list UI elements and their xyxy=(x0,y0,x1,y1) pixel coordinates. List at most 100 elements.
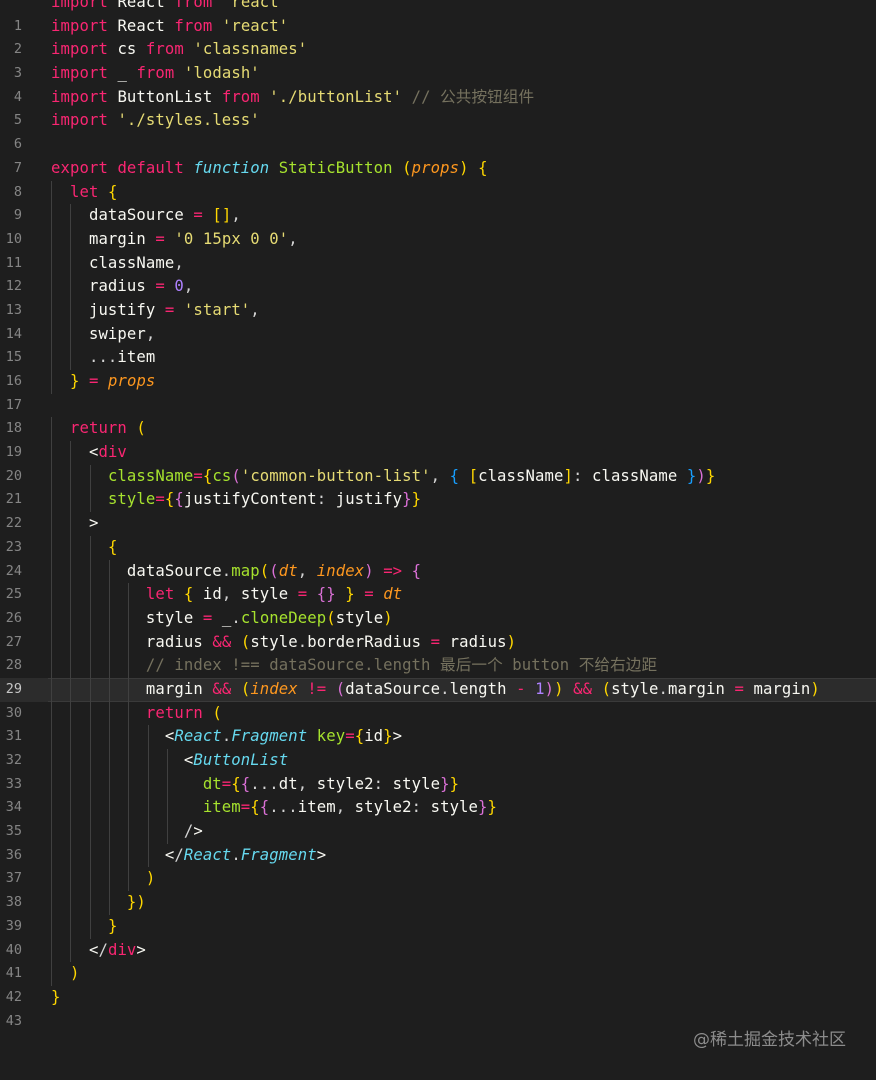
code-text: import React from 'react' xyxy=(51,16,289,35)
line-number: 15 xyxy=(5,349,22,366)
line-number: 1 xyxy=(13,17,22,34)
line-number: 25 xyxy=(5,586,22,603)
line-number: 35 xyxy=(5,823,22,840)
code-text: swiper, xyxy=(88,324,156,343)
line-number: 24 xyxy=(5,562,22,579)
code-line[interactable]: 3 import _ from 'lodash' xyxy=(0,62,876,86)
code-text: import React from 'react' xyxy=(51,0,289,11)
code-line[interactable]: 42} xyxy=(0,986,876,1010)
code-text: margin && (index != (dataSource.length -… xyxy=(145,679,820,698)
code-line[interactable]: 27 radius && (style.borderRadius = radiu… xyxy=(0,630,876,655)
line-number: 36 xyxy=(5,846,22,863)
line-number: 14 xyxy=(5,325,22,342)
line-number: 7 xyxy=(13,159,22,176)
code-line[interactable]: 5 import './styles.less' xyxy=(0,109,876,133)
code-line[interactable]: 19 <div xyxy=(0,441,876,465)
code-text: import cs from 'classnames' xyxy=(51,40,308,59)
code-text: import './styles.less' xyxy=(51,111,260,130)
code-line[interactable]: 31 <React.Fragment key={id}> xyxy=(0,725,876,749)
code-line[interactable]: 11 className, xyxy=(0,251,876,276)
code-text: }) xyxy=(126,893,146,912)
code-line[interactable]: 26 style = _.cloneDeep(style) xyxy=(0,606,876,631)
code-text: style={{justifyContent: justify}} xyxy=(107,490,422,509)
line-number: 8 xyxy=(13,183,22,200)
code-line[interactable]: 21 style={{justifyContent: justify}} xyxy=(0,488,876,513)
code-line[interactable]: 41 ) xyxy=(0,962,876,986)
line-number: 6 xyxy=(13,136,22,153)
code-line[interactable]: 34 item={{...item, style2: style}} xyxy=(0,796,876,821)
code-text: item={{...item, style2: style}} xyxy=(202,798,498,817)
line-number: 5 xyxy=(13,112,22,129)
code-text: </div> xyxy=(88,940,146,959)
code-text: let { xyxy=(69,182,118,201)
line-number: 16 xyxy=(5,373,22,389)
code-line[interactable]: 28 // index !== dataSource.length 最后一个 b… xyxy=(0,654,876,678)
code-line[interactable]: 1 import React from 'react' xyxy=(0,15,876,39)
line-number: 41 xyxy=(5,965,22,982)
line-number: 26 xyxy=(5,609,22,626)
code-line[interactable]: 4 import ButtonList from './buttonList' /… xyxy=(0,86,876,110)
code-text: return ( xyxy=(69,419,146,438)
code-line[interactable]: 9 dataSource = [], xyxy=(0,204,876,228)
code-line[interactable]: 2 import cs from 'classnames' xyxy=(0,38,876,62)
code-line[interactable]: 38 }) xyxy=(0,891,876,915)
code-text: <div xyxy=(88,443,127,462)
line-number: 19 xyxy=(5,444,22,461)
code-line[interactable]: 25 let { id, style = {} } = dt xyxy=(0,583,876,607)
code-line[interactable]: 40 </div> xyxy=(0,938,876,963)
code-line[interactable]: 15 ...item xyxy=(0,346,876,370)
code-line[interactable]: 17 xyxy=(0,394,876,418)
code-line[interactable]: 12 radius = 0, xyxy=(0,275,876,299)
code-text: let { id, style = {} } = dt xyxy=(145,585,403,604)
code-line[interactable]: 14 swiper, xyxy=(0,322,876,347)
code-line[interactable]: 10 margin = '0 15px 0 0', xyxy=(0,227,876,252)
code-line[interactable]: 30 return ( xyxy=(0,701,876,726)
line-number: 42 xyxy=(5,988,22,1005)
code-text: } xyxy=(107,916,118,935)
code-text: dataSource = [], xyxy=(88,206,241,225)
code-text: radius = 0, xyxy=(88,277,194,296)
code-text: ...item xyxy=(51,348,156,367)
code-line[interactable]: 8 let { xyxy=(0,180,876,205)
line-number: 37 xyxy=(5,870,22,887)
code-text: // index !== dataSource.length 最后一个 butt… xyxy=(145,656,658,675)
code-line[interactable]: 13 justify = 'start', xyxy=(0,298,876,323)
line-number: 3 xyxy=(13,65,22,82)
code-line[interactable]: 29 margin && (index != (dataSource.lengt… xyxy=(0,677,876,702)
code-line[interactable]: 22 > xyxy=(0,512,876,536)
line-number: 27 xyxy=(5,633,22,650)
code-text: export default function StaticButton (pr… xyxy=(51,158,488,177)
code-text: /> xyxy=(51,822,203,841)
code-editor[interactable]: import React from 'react' 1 import React f… xyxy=(0,0,876,1033)
line-number: 43 xyxy=(5,1012,22,1029)
line-number: 38 xyxy=(5,894,22,911)
code-line[interactable]: 24 dataSource.map((dt, index) => { xyxy=(0,559,876,584)
code-line[interactable]: 39 } xyxy=(0,914,876,939)
code-line[interactable]: 18 return ( xyxy=(0,417,876,442)
code-line[interactable]: 36 </React.Fragment> xyxy=(0,843,876,868)
code-line[interactable]: 7 export default function StaticButton (p… xyxy=(0,157,876,181)
code-text: margin = '0 15px 0 0', xyxy=(88,229,298,248)
line-number: 23 xyxy=(5,538,22,555)
code-line[interactable]: 35 /> xyxy=(0,820,876,844)
code-line[interactable]: 6 xyxy=(0,133,876,157)
line-number: 32 xyxy=(5,752,22,768)
line-number: 11 xyxy=(5,254,22,271)
code-text: > xyxy=(88,514,99,533)
code-line[interactable]: 32 <ButtonList xyxy=(0,749,876,773)
code-text: dataSource.map((dt, index) => { xyxy=(126,561,422,580)
code-text: return ( xyxy=(145,703,222,722)
code-text: import _ from 'lodash' xyxy=(51,64,260,83)
code-text: radius && (style.borderRadius = radius) xyxy=(145,632,517,651)
code-line[interactable]: 20 className={cs('common-button-list', {… xyxy=(0,464,876,489)
line-number: 22 xyxy=(5,515,22,532)
code-text: <React.Fragment key={id}> xyxy=(164,727,403,746)
code-text: style = _.cloneDeep(style) xyxy=(145,608,393,627)
code-line[interactable]: 33 dt={{...dt, style2: style}} xyxy=(0,772,876,797)
line-number: 10 xyxy=(5,230,22,247)
code-line[interactable]: 23 { xyxy=(0,535,876,560)
code-line[interactable]: 16 } = props xyxy=(0,370,876,394)
code-text: } xyxy=(51,987,61,1006)
code-line[interactable]: import React from 'react' xyxy=(0,0,876,15)
code-line[interactable]: 37 ) xyxy=(0,867,876,892)
